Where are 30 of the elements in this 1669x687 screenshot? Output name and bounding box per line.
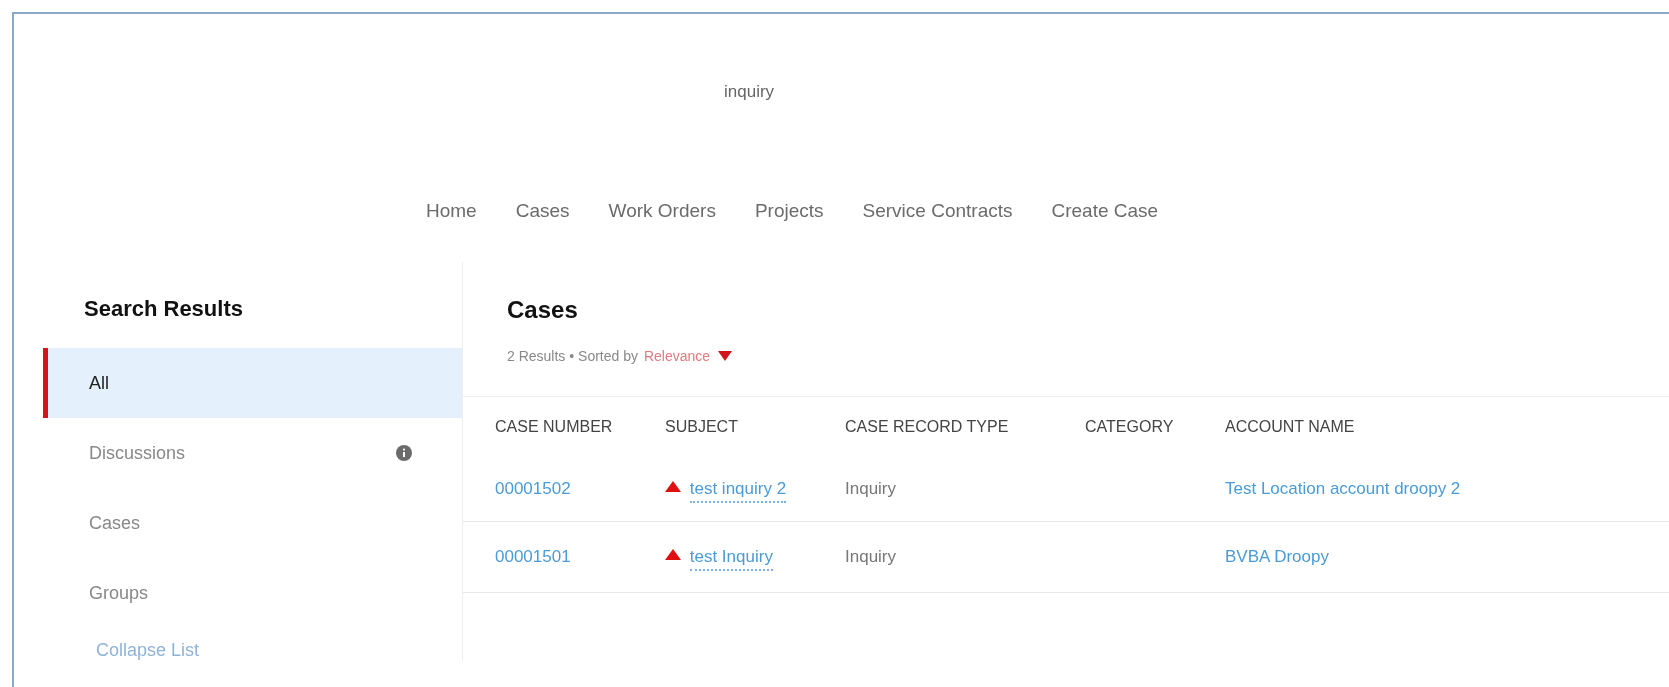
nav-link[interactable]: Home	[426, 200, 477, 262]
sidebar-item[interactable]: Cases	[43, 488, 462, 558]
column-header: CATEGORY	[1075, 396, 1215, 457]
table-cell: Inquiry	[845, 479, 897, 498]
subject-link[interactable]: test inquiry 2	[689, 479, 787, 503]
results-summary: 2 Results • Sorted by	[507, 348, 638, 364]
column-header: CASE NUMBER	[463, 396, 655, 457]
caret-icon	[718, 351, 733, 361]
nav-link[interactable]: Cases	[515, 200, 570, 262]
subject-link[interactable]: test Inquiry	[689, 547, 773, 571]
account-link[interactable]: BVBA Droopy	[1225, 547, 1329, 566]
sort-dropdown[interactable]: Relevance	[643, 348, 733, 364]
sidebar-item[interactable]: Groups	[43, 558, 462, 628]
sidebar-title: Search Results	[84, 296, 244, 322]
nav-link[interactable]: Service Contracts	[862, 200, 1013, 262]
column-header: SUBJECT	[655, 396, 835, 457]
case-number-link[interactable]: 00001501	[495, 547, 571, 566]
collapse-list-link[interactable]: Collapse List	[96, 640, 462, 661]
case-number-link[interactable]: 00001502	[495, 479, 571, 498]
column-header: ACCOUNT NAME	[1215, 396, 1669, 457]
column-header: CASE RECORD TYPE	[835, 396, 1075, 457]
results-title: Cases	[507, 296, 579, 324]
nav-link[interactable]: Work Orders	[608, 200, 716, 262]
sidebar-item[interactable]: Discussions	[43, 418, 462, 488]
account-link[interactable]: Test Location account droopy 2	[1225, 479, 1461, 498]
nav-link[interactable]: Create Case	[1051, 200, 1159, 262]
nav-link[interactable]: Projects	[754, 200, 824, 262]
table-cell: Inquiry	[845, 547, 897, 566]
sidebar-item[interactable]: All	[43, 348, 462, 418]
search-term: inquiry	[724, 82, 775, 101]
